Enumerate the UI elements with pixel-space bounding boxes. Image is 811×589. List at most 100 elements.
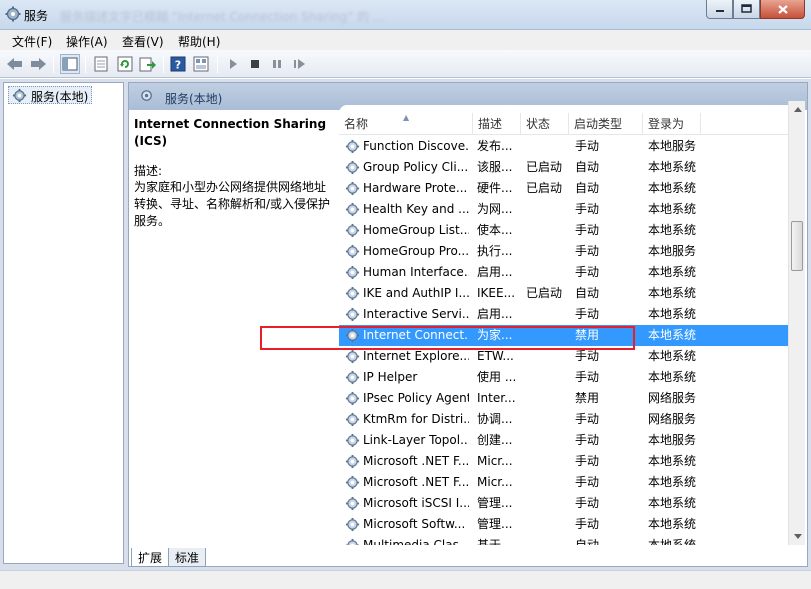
services-gear-icon [5,6,21,22]
service-gear-icon [345,202,360,217]
service-row[interactable]: Human Interface... 启用... 手动 本地系统 [339,262,804,283]
tree-item-services-local[interactable]: 服务(本地) [8,86,93,104]
column-header-startup-type[interactable]: 启动类型 [569,113,643,135]
pane-header-title: 服务(本地) [165,92,223,106]
service-logon-as: 本地系统 [648,454,697,468]
column-header-name[interactable]: ▲ 名称 [339,113,473,135]
scrollbar-thumb[interactable] [791,221,803,271]
service-row[interactable]: HomeGroup Pro... 执行... 手动 本地服务 [339,241,804,262]
service-startup-type: 手动 [575,496,600,510]
export-list-button[interactable] [138,54,158,74]
service-row[interactable]: Interactive Servi... 启用... 手动 本地系统 [339,304,804,325]
service-status [526,430,570,451]
service-row[interactable]: IP Helper 使用 ... 手动 本地系统 [339,367,804,388]
service-row[interactable]: Health Key and ... 为网... 手动 本地系统 [339,199,804,220]
service-row[interactable]: Microsoft Softw... 管理... 手动 本地系统 [339,514,804,535]
service-logon-as: 本地系统 [648,517,697,531]
service-gear-icon [345,517,360,532]
service-row[interactable]: KtmRm for Distri... 协调... 手动 网络服务 [339,409,804,430]
service-logon-as: 本地系统 [648,181,697,195]
service-gear-icon [345,286,360,301]
service-startup-type: 手动 [575,370,600,384]
service-row[interactable]: Microsoft .NET F... Micr... 手动 本地系统 [339,472,804,493]
service-name: Multimedia Clas... [363,538,469,545]
menu-view[interactable]: 查看(V) [122,33,164,50]
service-logon-as: 本地系统 [648,370,697,384]
service-row[interactable]: Link-Layer Topol... 创建... 手动 本地服务 [339,430,804,451]
chevron-down-icon [793,534,802,539]
service-row[interactable]: Function Discove... 发布... 手动 本地服务 [339,136,804,157]
stop-service-button[interactable] [245,54,265,74]
show-hide-console-tree-icon [62,57,78,71]
service-description: 基于... [477,538,513,545]
column-header-status[interactable]: 状态 [521,113,569,135]
menu-action[interactable]: 操作(A) [66,33,108,50]
service-description: 使用 ... [477,370,517,384]
service-status [526,472,570,493]
service-row[interactable]: Microsoft iSCSI I... 管理... 手动 本地系统 [339,493,804,514]
service-startup-type: 手动 [575,412,600,426]
service-name: HomeGroup List... [363,223,469,237]
service-gear-icon [345,496,360,511]
service-row[interactable]: Microsoft .NET F... Micr... 手动 本地系统 [339,451,804,472]
column-header-logon-as[interactable]: 登录为 [643,113,701,135]
service-startup-type: 自动 [575,538,600,545]
back-button[interactable] [5,54,25,74]
tab-standard[interactable]: 标准 [168,548,207,567]
service-row[interactable]: Group Policy Cli... 该服... 已启动 自动 本地系统 [339,157,804,178]
properties-button[interactable] [91,54,111,74]
stop-service-icon [251,60,259,68]
service-startup-type: 手动 [575,307,600,321]
service-description: 该服... [477,160,513,174]
service-description: 使本... [477,223,513,237]
service-description: 管理... [477,517,513,531]
scroll-down-button[interactable] [789,528,806,545]
view-button[interactable] [191,54,211,74]
service-row[interactable]: IPsec Policy Agent Inter... 禁用 网络服务 [339,388,804,409]
restart-service-button[interactable] [289,54,309,74]
service-name: KtmRm for Distri... [363,412,469,426]
maximize-icon [741,4,752,13]
maximize-button[interactable] [733,0,760,19]
services-list[interactable]: ▲ 名称 描述 状态 启动类型 登录为 Function Discove... 发… [339,105,804,545]
service-row[interactable]: IKE and AuthIP I... IKEE... 已启动 自动 本地系统 [339,283,804,304]
service-description: 硬件... [477,181,513,195]
service-name: IP Helper [363,370,418,384]
service-logon-as: 本地服务 [648,244,697,258]
tab-extended[interactable]: 扩展 [131,548,170,567]
service-description: 启用... [477,265,513,279]
show-hide-console-tree-button[interactable] [60,54,80,74]
service-gear-icon [345,181,360,196]
start-service-button[interactable] [223,54,243,74]
service-detail-name: Internet Connection Sharing (ICS) [134,117,327,148]
service-row[interactable]: Multimedia Clas... 基于... 自动 本地系统 [339,535,804,545]
service-gear-icon [345,139,360,154]
help-button[interactable]: ? [168,54,188,74]
close-button[interactable] [760,0,805,19]
service-description: 管理... [477,496,513,510]
service-row[interactable]: Hardware Prote... 硬件... 已启动 自动 本地系统 [339,178,804,199]
pause-service-button[interactable] [267,54,287,74]
menu-help[interactable]: 帮助(H) [178,33,220,50]
refresh-button[interactable] [115,54,135,74]
column-header-description[interactable]: 描述 [473,113,521,135]
toolbar-separator [217,55,218,73]
window-title-blurred-text: 服务描述文字已模糊 “Internet Connection Sharing” … [60,10,385,24]
service-status [526,136,570,157]
service-startup-type: 自动 [575,286,600,300]
toolbar-separator [53,55,54,73]
menu-file[interactable]: 文件(F) [12,33,52,50]
service-startup-type: 自动 [575,181,600,195]
service-row[interactable]: HomeGroup List... 使本... 手动 本地系统 [339,220,804,241]
console-tree-pane: 服务(本地) [3,82,124,564]
title-bar: 服务 服务描述文字已模糊 “Internet Connection Sharin… [0,0,811,30]
vertical-scrollbar[interactable] [788,101,805,545]
scroll-up-button[interactable] [789,101,806,118]
service-status [526,514,570,535]
service-name: Microsoft Softw... [363,517,466,531]
service-status [526,451,570,472]
service-logon-as: 本地服务 [648,139,697,153]
forward-button[interactable] [28,54,48,74]
minimize-button[interactable] [706,0,733,19]
service-startup-type: 手动 [575,475,600,489]
